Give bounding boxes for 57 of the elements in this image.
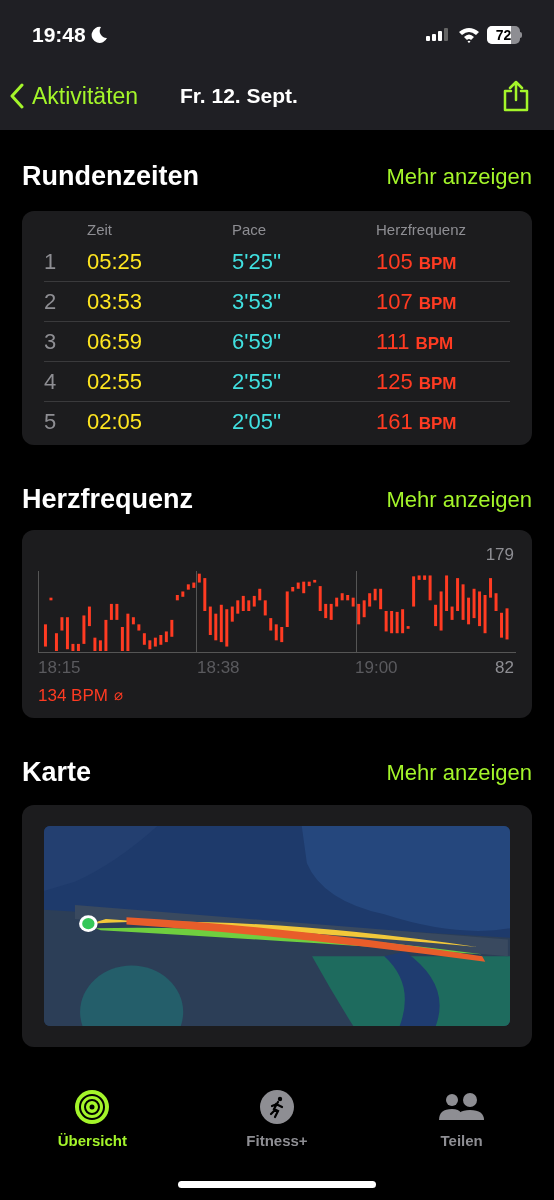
tab-item[interactable]: Übersicht — [0, 1090, 185, 1153]
bpm-unit: BPM — [418, 373, 457, 395]
section-title: Herzfrequenz — [22, 483, 194, 516]
time-label: 18:15 — [38, 657, 81, 679]
lap-number: 1 — [44, 247, 58, 276]
bpm-unit: BPM — [415, 333, 454, 355]
average-heart-rate: 134 BPM — [38, 684, 108, 707]
signal-icon — [426, 27, 451, 43]
show-more-link[interactable]: Mehr anzeigen — [386, 755, 532, 789]
back-button[interactable]: Aktivitäten — [10, 78, 139, 114]
lap-pace: 3'53'' — [232, 288, 283, 316]
lap-time: 06:59 — [87, 328, 144, 356]
lap-heart-rate: 107 — [376, 288, 413, 316]
lap-time: 05:25 — [87, 247, 144, 276]
lap-pace: 2'55'' — [232, 368, 283, 396]
tab-item[interactable]: Teilen — [369, 1090, 554, 1153]
section-title: Karte — [22, 756, 92, 789]
lap-heart-rate: 161 — [376, 408, 413, 436]
wifi-icon — [458, 27, 480, 43]
lap-time: 03:53 — [87, 288, 144, 316]
page-title: Fr. 12. Sept. — [180, 83, 299, 110]
chevron-left-icon — [10, 83, 24, 109]
status-time: 19:48 — [32, 22, 86, 49]
bpm-unit: BPM — [418, 413, 457, 435]
tab-item[interactable]: Fitness+ — [184, 1090, 370, 1153]
bpm-unit: BPM — [418, 293, 457, 315]
share-button[interactable] — [502, 80, 530, 112]
lap-number: 3 — [44, 328, 58, 356]
bpm-unit: BPM — [418, 252, 457, 275]
average-symbol: ⌀ — [113, 685, 123, 705]
lap-time: 02:05 — [87, 408, 144, 436]
column-header: Herzfrequenz — [376, 219, 468, 240]
people-icon — [438, 1092, 485, 1122]
show-more-link[interactable]: Mehr anzeigen — [386, 159, 532, 193]
lap-heart-rate: 111 — [376, 328, 410, 356]
lap-number: 2 — [44, 288, 58, 316]
column-header: Pace — [232, 219, 268, 240]
runner-icon — [260, 1090, 294, 1124]
share-icon — [502, 80, 530, 112]
lap-number: 4 — [44, 368, 58, 396]
min-value: 82 — [495, 657, 514, 679]
time-label: 19:00 — [355, 657, 398, 679]
lap-pace: 6'59'' — [232, 328, 283, 356]
show-more-link[interactable]: Mehr anzeigen — [386, 482, 532, 516]
time-label: 18:38 — [197, 657, 240, 679]
lap-time: 02:55 — [87, 368, 144, 396]
lap-pace: 2'05'' — [232, 408, 283, 436]
lap-heart-rate: 105 — [376, 247, 413, 276]
max-value: 179 — [485, 543, 514, 566]
moon-icon — [89, 26, 108, 44]
battery-percent: 72 — [495, 26, 512, 44]
lap-heart-rate: 125 — [376, 368, 413, 396]
lap-pace: 5'25'' — [232, 247, 283, 276]
section-title: Rundenzeiten — [22, 160, 199, 193]
rings-icon — [75, 1090, 110, 1124]
lap-number: 5 — [44, 408, 58, 436]
column-header: Zeit — [87, 219, 113, 240]
